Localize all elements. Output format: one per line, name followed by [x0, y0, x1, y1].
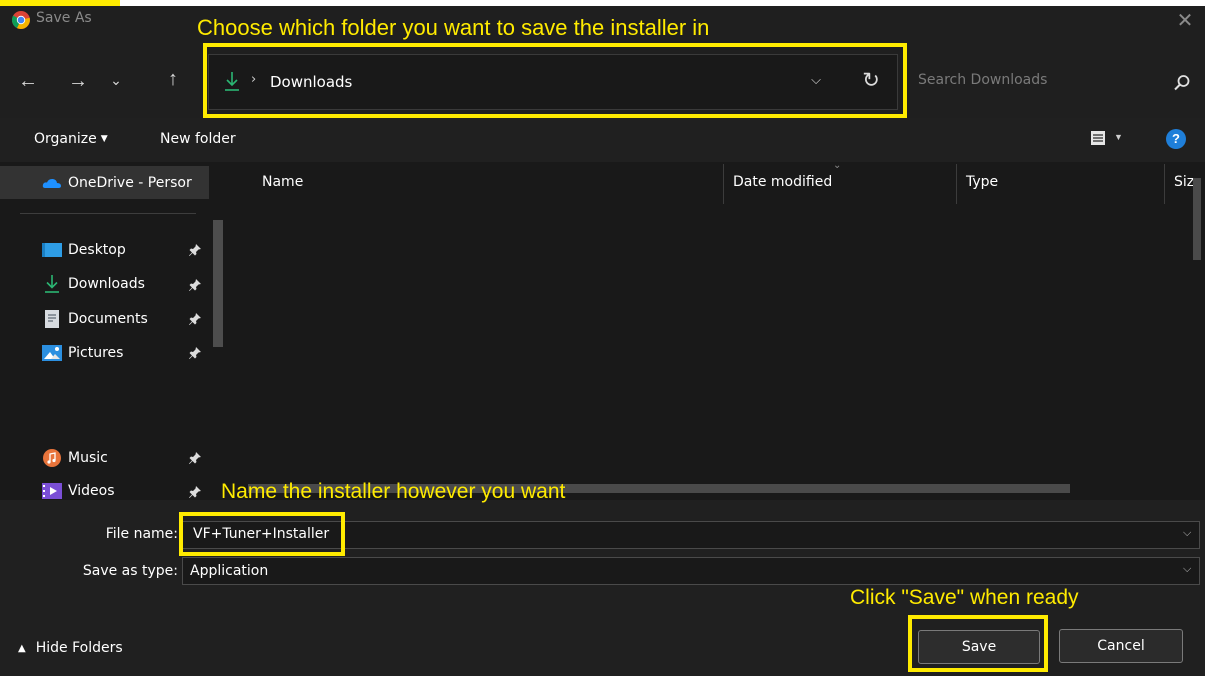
onedrive-icon [42, 178, 61, 188]
view-options-icon[interactable] [1090, 130, 1106, 146]
pin-icon[interactable] [188, 346, 202, 360]
sidebar-item-music[interactable]: Music [42, 447, 108, 469]
arrow-left-icon[interactable]: ← [16, 70, 40, 93]
help-icon[interactable]: ? [1166, 129, 1186, 149]
savetype-select[interactable] [182, 557, 1200, 585]
videos-icon [42, 483, 62, 499]
column-separator[interactable] [723, 164, 724, 204]
search-input[interactable] [918, 72, 1158, 88]
sort-indicator-icon: ⌄ [833, 160, 842, 171]
organize-label: Organize [34, 131, 97, 147]
music-icon [43, 449, 61, 467]
column-header-size[interactable]: Size [1174, 174, 1193, 190]
hide-folders-label: Hide Folders [35, 640, 123, 656]
filename-label: File name: [105, 526, 178, 542]
sidebar-item-label: Documents [68, 311, 148, 327]
desktop-icon [42, 243, 62, 257]
chevron-down-icon[interactable]: ⌄ [106, 72, 126, 89]
pin-icon[interactable] [188, 451, 202, 465]
sidebar-item-onedrive[interactable]: OneDrive - Persor [42, 172, 192, 194]
caret-down-icon: ▼ [100, 134, 108, 144]
hide-folders-button[interactable]: ▲ Hide Folders [18, 640, 123, 656]
annotation-name-hint: Name the installer however you want [221, 480, 566, 503]
download-icon [45, 275, 59, 293]
arrow-up-icon[interactable]: ↑ [160, 68, 186, 91]
pin-icon[interactable] [188, 243, 202, 257]
arrow-right-icon[interactable]: → [66, 70, 90, 93]
nav-divider [20, 213, 196, 214]
window-title: Save As [36, 10, 92, 26]
view-caret-icon[interactable]: ▼ [1114, 132, 1123, 142]
column-header-name[interactable]: Name [262, 174, 303, 190]
sidebar-item-downloads[interactable]: Downloads [42, 273, 145, 295]
savetype-dropdown-icon[interactable]: ⌵ [1183, 563, 1191, 576]
annotation-filename-highlight [179, 512, 345, 556]
organize-button[interactable]: Organize ▼ [34, 131, 108, 147]
filename-dropdown-icon[interactable]: ⌵ [1183, 527, 1191, 540]
annotation-folder-hint: Choose which folder you want to save the… [197, 15, 710, 40]
close-icon[interactable]: ✕ [1172, 8, 1198, 34]
sidebar-item-desktop[interactable]: Desktop [42, 239, 126, 261]
new-folder-button[interactable]: New folder [160, 131, 236, 147]
sidebar-item-label: OneDrive - Persor [68, 175, 192, 191]
chrome-logo-icon [12, 11, 30, 29]
column-header-type[interactable]: Type [966, 174, 998, 190]
pin-icon[interactable] [188, 278, 202, 292]
column-header-date-modified[interactable]: Date modified [733, 174, 832, 190]
pin-icon[interactable] [188, 312, 202, 326]
documents-icon [45, 310, 59, 328]
sidebar-item-label: Videos [68, 483, 115, 499]
pin-icon[interactable] [188, 485, 202, 499]
sidebar-item-label: Desktop [68, 242, 126, 258]
annotation-save-highlight [908, 615, 1048, 672]
sidebar-item-videos[interactable]: Videos [42, 480, 115, 502]
sidebar-item-label: Music [68, 450, 108, 466]
sidebar-item-documents[interactable]: Documents [42, 308, 148, 330]
sidebar-item-pictures[interactable]: Pictures [42, 342, 123, 364]
file-list-vertical-scrollbar[interactable] [1193, 178, 1201, 260]
annotation-folder-highlight [203, 43, 907, 118]
annotation-save-hint: Click "Save" when ready [850, 586, 1079, 609]
cancel-button[interactable]: Cancel [1059, 629, 1183, 663]
savetype-value[interactable]: Application [190, 563, 268, 579]
search-icon[interactable] [1171, 72, 1193, 94]
chevron-up-icon: ▲ [18, 642, 26, 654]
sidebar-item-label: Pictures [68, 345, 124, 361]
sidebar-item-label: Downloads [68, 276, 145, 292]
savetype-label: Save as type: [82, 563, 178, 579]
column-separator[interactable] [956, 164, 957, 204]
file-list[interactable] [233, 162, 1193, 500]
nav-scrollbar-thumb[interactable] [213, 220, 223, 347]
column-separator[interactable] [1164, 164, 1165, 204]
pictures-icon [42, 345, 62, 361]
